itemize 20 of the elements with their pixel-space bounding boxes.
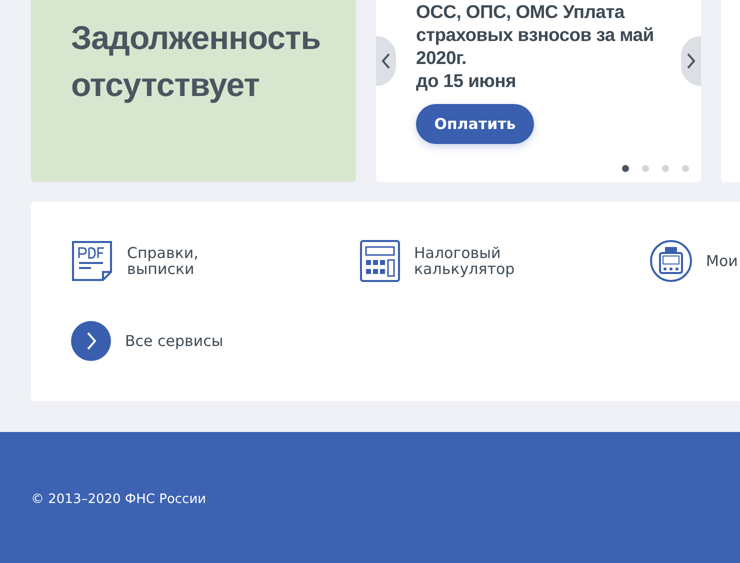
copyright-text: © 2013–2020 ФНС России (31, 492, 206, 507)
chevron-right-icon (686, 53, 696, 69)
service-link[interactable]: Все сервисы (71, 320, 360, 362)
calculator-icon (360, 240, 400, 282)
chevron-circle-icon (71, 321, 111, 361)
slider-dot[interactable] (662, 165, 669, 172)
next-slide-button[interactable] (681, 36, 701, 86)
service-link[interactable]: Справки, выписки (71, 240, 360, 282)
payment-title: ОСС, ОПС, ОМС Уплата страховых взносов за май 2020г. (416, 0, 655, 69)
pay-button[interactable]: Оплатить (416, 104, 534, 144)
service-link[interactable]: Мои (650, 240, 740, 282)
chevron-left-icon (381, 53, 391, 69)
slider-dot[interactable] (642, 165, 649, 172)
pdf-document-icon (71, 240, 113, 282)
slider-dot[interactable] (682, 165, 689, 172)
service-link[interactable]: Налоговый калькулятор (360, 240, 650, 282)
previous-slide-button[interactable] (376, 36, 396, 86)
payment-deadline: до 15 июня (416, 69, 518, 92)
cash-register-icon (650, 240, 692, 282)
slider-dot[interactable] (622, 165, 629, 172)
